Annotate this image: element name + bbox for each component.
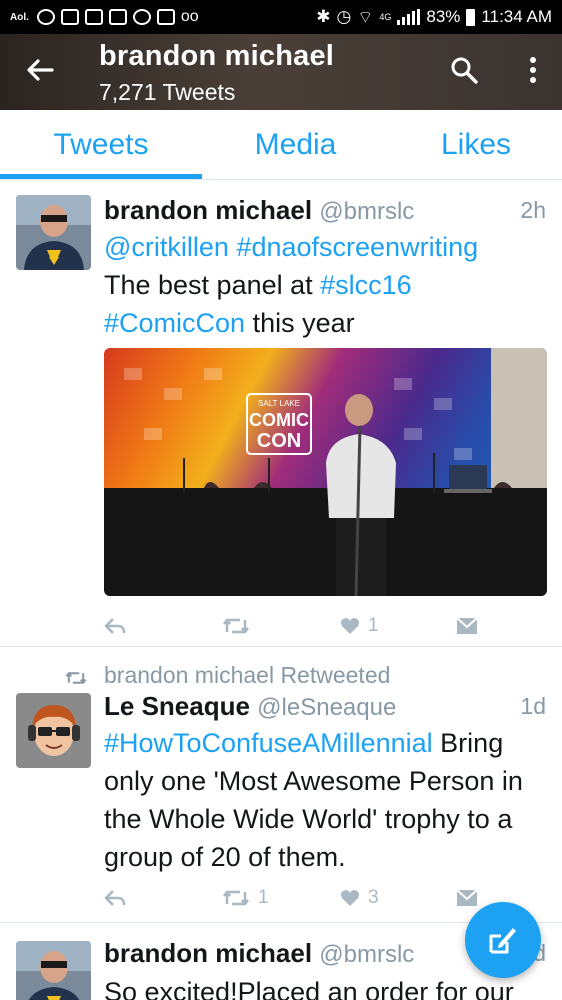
profile-name: brandon michael <box>99 40 335 72</box>
youtube-icon <box>84 9 103 25</box>
gallery-icon <box>60 9 79 25</box>
tab-tweets[interactable]: Tweets <box>0 110 202 180</box>
retweeted-by-label[interactable]: brandon michael Retweeted <box>104 662 390 689</box>
tweet-text: @critkillen #dnaofscreenwriting The best… <box>104 228 549 342</box>
sign-text-3: CON <box>257 430 301 452</box>
like-button[interactable]: 1 <box>340 611 379 641</box>
like-count: 1 <box>368 615 379 636</box>
reply-icon <box>104 618 126 634</box>
compose-tweet-button[interactable] <box>465 902 541 978</box>
voicemail-icon: oo <box>180 8 199 25</box>
retweet-button[interactable] <box>222 611 250 641</box>
signal-icon <box>397 9 421 25</box>
network-type: 4G <box>379 12 392 22</box>
sign-text-1: SALT LAKE <box>258 399 300 408</box>
wifi-icon: ⌔ <box>357 7 374 27</box>
retweet-icon <box>223 618 249 634</box>
clock: 11:34 AM <box>481 7 552 26</box>
avatar-image <box>16 195 91 270</box>
tweet-text: So excited!Placed an order for our <box>104 977 514 1000</box>
retweeted-indicator-icon <box>64 669 88 692</box>
reply-icon <box>104 890 126 906</box>
like-count: 3 <box>368 887 379 908</box>
tweet-media-photo[interactable]: SALT LAKE COMIC CON <box>104 348 547 596</box>
avatar[interactable] <box>16 693 91 768</box>
tab-media[interactable]: Media <box>193 110 398 180</box>
gmail-icon <box>156 9 175 25</box>
hashtag-link[interactable]: #HowToConfuseAMillennial <box>104 728 433 758</box>
dm-icon <box>456 889 478 906</box>
hashtag-link[interactable]: #slcc16 <box>320 270 412 300</box>
like-button[interactable]: 3 <box>340 883 379 913</box>
aol-icon: Aol. <box>10 11 29 23</box>
tab-active-indicator <box>0 174 202 179</box>
bluetooth-icon: ✱ <box>316 7 331 26</box>
search-button[interactable] <box>448 54 482 88</box>
avatar[interactable] <box>16 195 91 270</box>
avatar-image <box>16 941 91 1000</box>
tweet-header: Le Sneaque @leSneaque <box>104 691 396 722</box>
comic-con-panel-photo: SALT LAKE COMIC CON <box>104 348 547 596</box>
reply-button[interactable] <box>104 611 126 641</box>
avatar[interactable] <box>16 941 91 1000</box>
tweet-text-plain: The best panel at <box>104 270 321 300</box>
more-options-button[interactable] <box>516 54 550 88</box>
tweet-author-handle: @leSneaque <box>257 694 397 721</box>
status-bar: Aol. oo ✱ ◷ ⌔ 4G 83% 11:34 AM <box>0 0 562 34</box>
tab-likes[interactable]: Likes <box>376 110 562 180</box>
tweet-header: brandon michael @bmrslc <box>104 938 414 969</box>
dm-button[interactable] <box>456 883 478 913</box>
profile-header: brandon michael 7,271 Tweets <box>0 34 562 110</box>
mention-link[interactable]: @critkillen <box>104 232 229 262</box>
retweet-icon <box>223 890 249 906</box>
reply-button[interactable] <box>104 883 126 913</box>
tweet-item[interactable]: brandon michael Retweeted Le Sneaque @le… <box>0 647 562 923</box>
instagram-icon <box>132 9 151 25</box>
tweet-time: 1d <box>520 693 546 719</box>
more-icon <box>530 57 536 83</box>
tweet-text: #HowToConfuseAMillennial Bring only one … <box>104 724 549 876</box>
hashtag-link[interactable]: #dnaofscreenwriting <box>236 232 478 262</box>
tweet-header: brandon michael @bmrslc <box>104 195 414 226</box>
retweet-button[interactable]: 1 <box>222 883 269 913</box>
dm-button[interactable] <box>456 611 478 641</box>
compose-icon <box>489 928 516 954</box>
search-icon <box>451 57 478 84</box>
back-arrow-icon <box>27 59 54 81</box>
heart-icon <box>340 890 360 906</box>
tweet-actions: 1 <box>104 611 549 641</box>
sign-text-2: COMIC <box>249 410 309 430</box>
back-button[interactable] <box>22 54 58 90</box>
avatar-image <box>16 693 91 768</box>
tweet-item[interactable]: brandon michael @bmrslc 2h @critkillen #… <box>0 180 562 647</box>
tweet-author-name[interactable]: brandon michael <box>104 195 312 225</box>
battery-icon <box>466 8 476 26</box>
hashtag-link[interactable]: #ComicCon <box>104 308 245 338</box>
dm-icon <box>456 617 478 634</box>
tweet-text-plain: this year <box>245 308 355 338</box>
alarm-icon: ◷ <box>336 7 352 26</box>
tweet-time: 2h <box>520 197 546 223</box>
tweet-count: 7,271 Tweets <box>99 79 236 105</box>
tweet-author-handle: @bmrslc <box>319 941 415 968</box>
tweet-author-handle: @bmrslc <box>319 198 415 225</box>
messenger-icon <box>36 9 55 25</box>
youtube-icon-2 <box>108 9 127 25</box>
retweet-count: 1 <box>258 887 269 908</box>
battery-percent: 83% <box>426 7 461 26</box>
profile-tabs: Tweets Media Likes <box>0 110 562 180</box>
heart-icon <box>340 618 360 634</box>
tweet-author-name[interactable]: brandon michael <box>104 938 312 968</box>
tweet-author-name[interactable]: Le Sneaque <box>104 691 250 721</box>
